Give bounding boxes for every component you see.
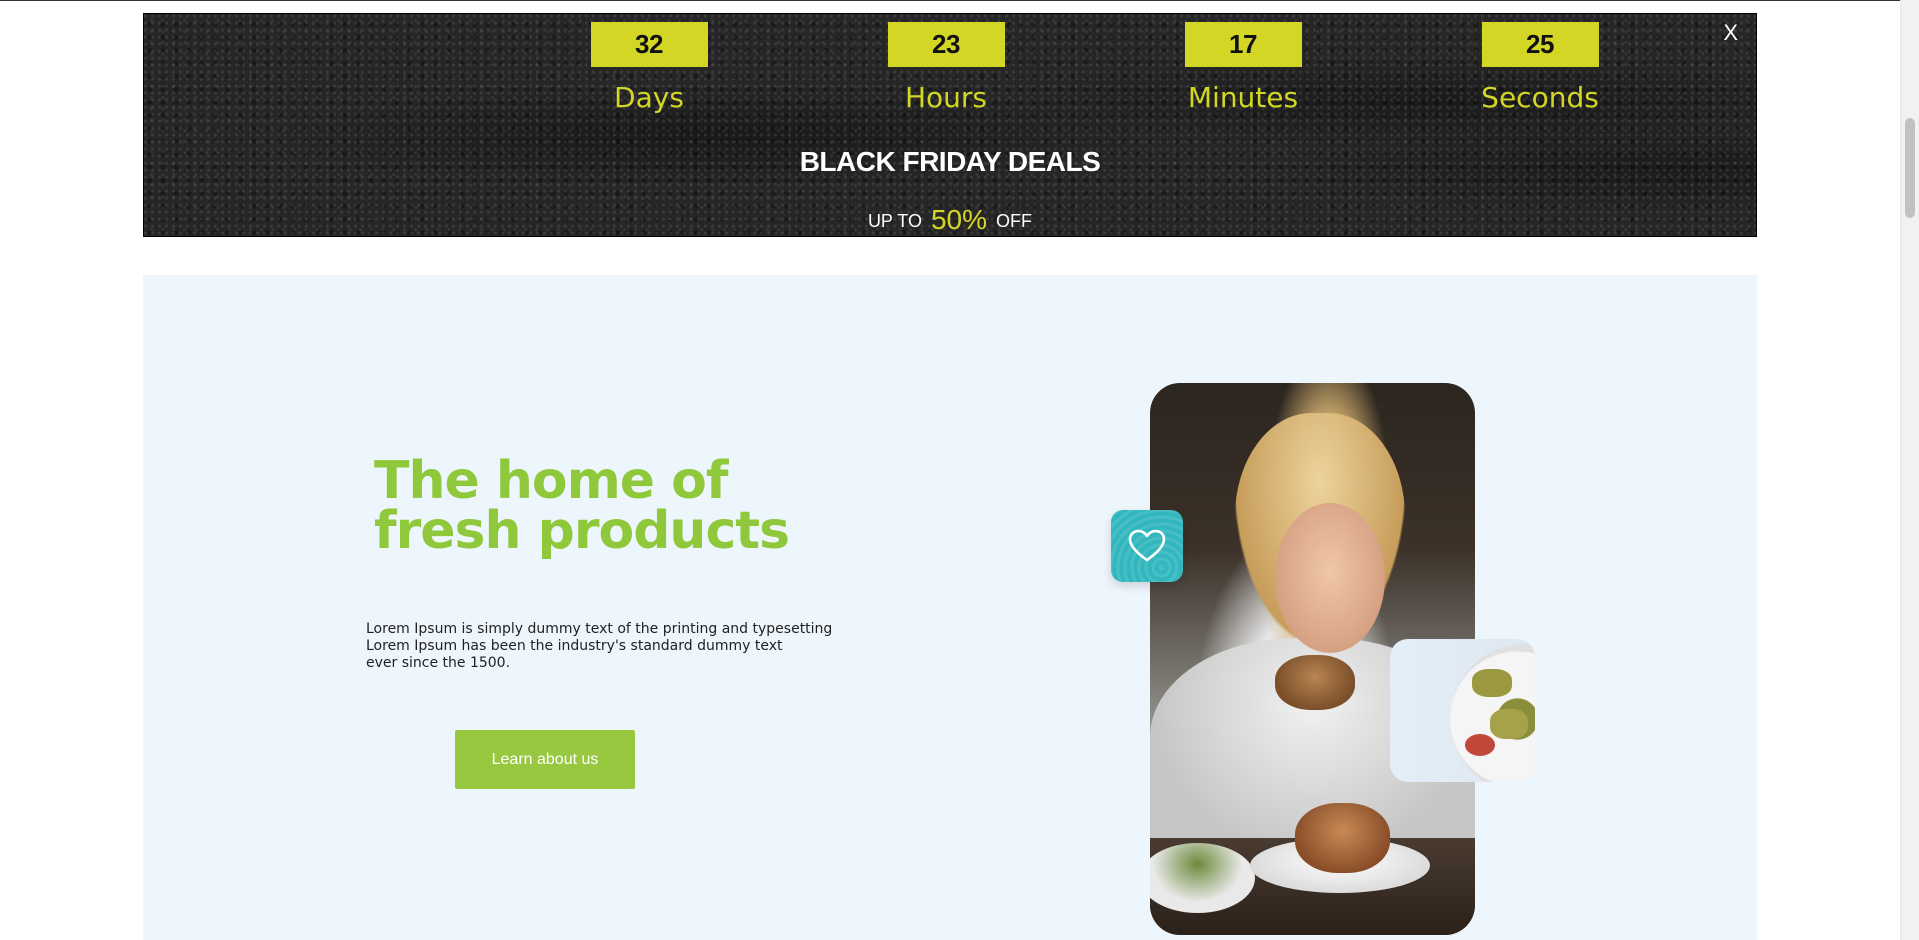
offer-prefix: UP TO xyxy=(867,211,922,231)
countdown-hours: 23 Hours xyxy=(866,22,1026,114)
hero-description-line: Lorem Ipsum is simply dummy text of the … xyxy=(366,621,833,637)
banner-offer: UP TO 50% OFF xyxy=(144,204,1756,236)
countdown-seconds: 25 Seconds xyxy=(1460,22,1620,114)
hero-title-line2: fresh products xyxy=(374,501,790,561)
offer-suffix: OFF xyxy=(996,211,1033,231)
countdown-hours-value: 23 xyxy=(887,22,1005,67)
pasta-salad-image xyxy=(1390,639,1535,782)
countdown-seconds-value: 25 xyxy=(1481,22,1599,67)
countdown-minutes: 17 Minutes xyxy=(1163,22,1323,114)
black-friday-banner: 32 Days 23 Hours 17 Minutes 25 Seconds B… xyxy=(143,13,1757,237)
countdown-seconds-label: Seconds xyxy=(1481,81,1599,114)
countdown-days: 32 Days xyxy=(569,22,729,114)
hero-title: The home of fresh products xyxy=(374,451,790,561)
top-divider xyxy=(0,0,1900,1)
hero-description-line: ever since the 1500. xyxy=(366,655,511,671)
countdown-minutes-value: 17 xyxy=(1184,22,1302,67)
hero-description-line: Lorem Ipsum has been the industry's stan… xyxy=(366,638,783,654)
page-scrollbar[interactable] xyxy=(1900,0,1919,940)
learn-about-us-button[interactable]: Learn about us xyxy=(455,730,635,789)
countdown-minutes-label: Minutes xyxy=(1187,81,1299,114)
countdown-days-label: Days xyxy=(614,81,684,114)
hero-section: The home of fresh products Lorem Ipsum i… xyxy=(143,275,1757,940)
offer-percent: 50% xyxy=(930,204,988,235)
hero-title-line1: The home of xyxy=(374,451,729,511)
scrollbar-thumb[interactable] xyxy=(1905,118,1915,218)
close-banner-button[interactable]: X xyxy=(1723,20,1738,46)
heart-badge xyxy=(1111,510,1183,582)
countdown-days-value: 32 xyxy=(590,22,708,67)
hero-description: Lorem Ipsum is simply dummy text of the … xyxy=(366,621,836,672)
heart-icon xyxy=(1128,529,1166,562)
banner-title: BLACK FRIDAY DEALS xyxy=(799,146,1101,177)
countdown-hours-label: Hours xyxy=(904,81,988,114)
